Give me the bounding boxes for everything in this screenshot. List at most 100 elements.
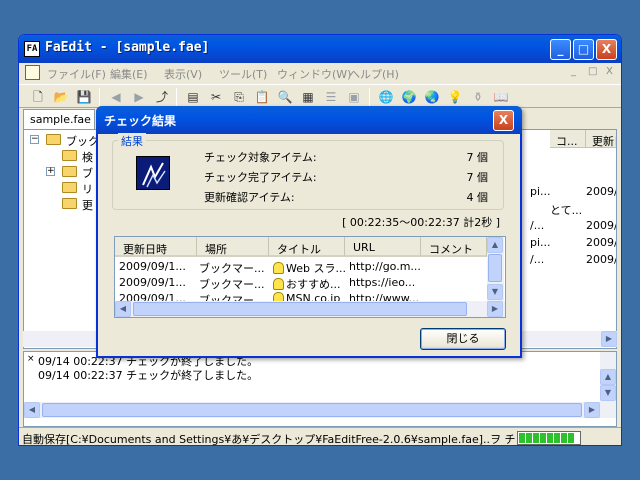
up-folder-icon[interactable]: ⤴ (153, 88, 171, 106)
cell-url: http://www... (349, 292, 420, 301)
cell-place: ブックマー... (199, 294, 265, 301)
column-header-comment[interactable]: コメント (421, 237, 487, 257)
scroll-left-icon[interactable]: ◀ (115, 301, 131, 317)
scroll-up-icon[interactable]: ▲ (487, 237, 503, 253)
save-icon[interactable]: 💾 (75, 88, 93, 106)
result-list: 更新日時 場所 タイトル URL コメント 2009/09/1... ブックマー… (114, 236, 506, 318)
cell-title: Web スラ... (273, 260, 345, 276)
menu-tools[interactable]: ツール(T) (219, 66, 267, 82)
folder-icon (62, 150, 77, 161)
scroll-thumb[interactable] (133, 302, 467, 316)
scroll-down-icon[interactable]: ▼ (487, 284, 503, 300)
view-icon[interactable]: ▦ (299, 88, 317, 106)
paste-icon[interactable]: 📋 (253, 88, 271, 106)
column-header-date[interactable]: 更新日時 (115, 237, 197, 257)
book-icon[interactable]: 📖 (492, 88, 510, 106)
bulb-icon[interactable]: 💡 (446, 88, 464, 106)
dialog-title: チェック結果 (104, 114, 177, 128)
scroll-thumb[interactable] (42, 403, 582, 417)
find-icon[interactable]: 🔍 (276, 88, 294, 106)
mdi-minimize-button[interactable]: _ (571, 66, 576, 77)
copy-icon[interactable]: ⎘ (230, 88, 248, 106)
maximize-button[interactable]: □ (573, 39, 594, 60)
log-vertical-scrollbar[interactable]: ▲ ▼ (600, 352, 616, 402)
menu-bar: ファイル(F) 編集(E) 表示(V) ツール(T) ウィンドウ(W) ヘルプ(… (19, 63, 621, 83)
globe-check-icon[interactable]: 🌐 (377, 88, 395, 106)
table-row[interactable]: 2009/09/1... ブックマー... MSN.co.jp http://w… (115, 291, 487, 301)
column-header-updated[interactable]: 更新日 (586, 130, 616, 148)
list-vertical-scrollbar[interactable]: ▲ ▼ (487, 237, 504, 301)
list-horizontal-scrollbar[interactable]: ◀ ▶ (115, 301, 505, 317)
scroll-down-icon[interactable]: ▼ (600, 385, 616, 401)
tree-item-label: 更 (82, 199, 93, 212)
scroll-right-icon[interactable]: ▶ (584, 402, 600, 418)
scroll-right-icon[interactable]: ▶ (487, 301, 503, 317)
stat-done-value: 7 個 (466, 171, 489, 184)
stat-target-value: 7 個 (466, 151, 489, 164)
folder-icon (62, 166, 77, 177)
cell-date: 2009/09/1... (119, 276, 186, 289)
status-text: 自動保存[C:¥Documents and Settings¥あ¥デスクトップ¥… (22, 433, 517, 446)
mdi-close-button[interactable]: X (606, 66, 613, 77)
stat-updated-label: 更新確認アイテム: (204, 191, 295, 204)
menu-view[interactable]: 表示(V) (164, 66, 202, 82)
dialog-close-button[interactable]: X (493, 110, 514, 131)
menu-edit[interactable]: 編集(E) (110, 66, 148, 82)
folder-icon (46, 134, 61, 145)
bottle-icon[interactable]: ⚱ (469, 88, 487, 106)
status-bar: 自動保存[C:¥Documents and Settings¥あ¥デスクトップ¥… (19, 427, 621, 446)
scroll-thumb[interactable] (488, 254, 502, 282)
cell-title: MSN.co.jp (273, 292, 345, 301)
list-cell: 2009/0 (586, 219, 616, 232)
close-button[interactable]: X (596, 39, 617, 60)
open-folder-icon[interactable]: 📂 (52, 88, 70, 106)
new-file-icon[interactable]: 🗋 (29, 88, 47, 106)
mdi-restore-button[interactable]: □ (588, 66, 597, 77)
globe-icon[interactable]: 🌍 (400, 88, 418, 106)
column-header-place[interactable]: 場所 (197, 237, 269, 257)
back-arrow-icon[interactable]: ◀ (107, 88, 125, 106)
details-icon[interactable]: ▣ (345, 88, 363, 106)
dialog-title-bar[interactable]: チェック結果 X (96, 106, 522, 134)
stat-target-label: チェック対象アイテム: (204, 151, 317, 164)
table-row[interactable]: 2009/09/1... ブックマー... おすすめ... https://ie… (115, 275, 487, 291)
window-title: FaEdit - [sample.fae] (45, 40, 210, 55)
column-header-title[interactable]: タイトル (269, 237, 345, 257)
expand-icon[interactable]: + (46, 167, 55, 176)
column-header-url[interactable]: URL (345, 237, 421, 257)
globe-link-icon[interactable]: 🌏 (423, 88, 441, 106)
tree-item-label: 検 (82, 151, 93, 164)
minimize-button[interactable]: _ (550, 39, 571, 60)
list-cell: pi... (530, 236, 551, 249)
log-close-icon[interactable]: × (27, 354, 35, 364)
cut-icon[interactable]: ✂ (207, 88, 225, 106)
list-cell: 2009/0 (586, 236, 616, 249)
tree-item-label: リ (82, 183, 93, 196)
list-cell: /... (530, 253, 545, 266)
cell-place: ブックマー... (199, 262, 265, 275)
list-icon[interactable]: ☰ (322, 88, 340, 106)
document-icon[interactable] (25, 65, 40, 80)
scroll-left-icon[interactable]: ◀ (24, 402, 40, 418)
scroll-right-icon[interactable]: ▶ (601, 331, 617, 347)
close-dialog-button[interactable]: 閉じる (420, 328, 506, 350)
collapse-icon[interactable]: − (30, 135, 39, 144)
bulb-icon (273, 292, 284, 301)
column-header-comment[interactable]: コ... (550, 130, 586, 148)
list-cell: /... (530, 219, 545, 232)
menu-window[interactable]: ウィンドウ(W) (277, 66, 351, 82)
list-cell: pi... (530, 185, 551, 198)
menu-file[interactable]: ファイル(F) (47, 66, 106, 82)
properties-icon[interactable]: ▤ (184, 88, 202, 106)
log-horizontal-scrollbar[interactable]: ◀ ▶ (24, 402, 616, 418)
stat-updated-value: 4 個 (466, 191, 489, 204)
table-row[interactable]: 2009/09/1... ブックマー... Web スラ... http://g… (115, 259, 487, 275)
tab-sample-fae[interactable]: sample.fae (23, 109, 95, 129)
menu-help[interactable]: ヘルプ(H) (349, 66, 399, 82)
lightning-check-icon (136, 156, 170, 190)
forward-arrow-icon[interactable]: ▶ (130, 88, 148, 106)
scroll-up-icon[interactable]: ▲ (600, 369, 616, 385)
tree-item-label: ブ (82, 167, 93, 180)
folder-icon (62, 198, 77, 209)
title-bar[interactable]: FA FaEdit - [sample.fae] _ □ X (19, 35, 621, 63)
